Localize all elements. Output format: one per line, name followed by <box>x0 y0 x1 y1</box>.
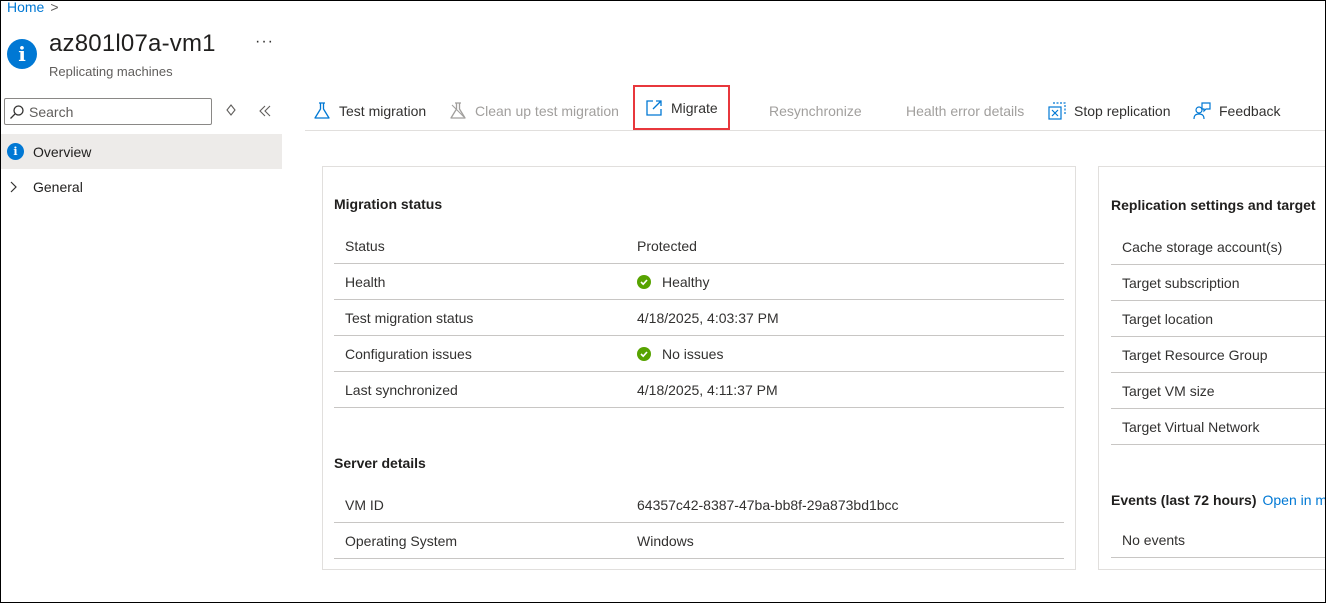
row-key: Status <box>345 237 385 254</box>
table-row: Last synchronized 4/18/2025, 4:11:37 PM <box>334 372 1064 408</box>
migration-card: Migration status Status Protected Health… <box>322 166 1076 570</box>
breadcrumb-home-link[interactable]: Home <box>7 1 44 15</box>
search-box[interactable] <box>4 98 212 125</box>
resynchronize-button[interactable]: Resynchronize <box>769 91 862 131</box>
open-events-link[interactable]: Open in m <box>1263 492 1326 508</box>
row-value: 64357c42-8387-47ba-bb8f-29a873bd1bcc <box>637 497 899 513</box>
resynchronize-label: Resynchronize <box>769 103 862 119</box>
row-value: 4/18/2025, 4:11:37 PM <box>637 382 778 398</box>
sidebar-item-label: General <box>33 178 83 195</box>
row-key: Target Resource Group <box>1122 346 1268 363</box>
check-circle-icon <box>637 274 651 289</box>
row-value: No issues <box>637 346 723 362</box>
cleanup-test-migration-button[interactable]: Clean up test migration <box>449 91 619 131</box>
command-bar: Test migration Clean up test migration M… <box>305 85 1325 131</box>
migration-status-title: Migration status <box>334 196 443 212</box>
migrate-label: Migrate <box>671 99 718 116</box>
row-key: VM ID <box>345 496 384 513</box>
health-error-details-button[interactable]: Health error details <box>906 91 1024 131</box>
replication-settings-title: Replication settings and target <box>1111 197 1316 213</box>
table-row: Health Healthy <box>334 264 1064 300</box>
sidebar-item-label: Overview <box>33 143 92 160</box>
sidebar-item-overview[interactable]: i Overview <box>1 134 282 169</box>
row-value: Protected <box>637 238 697 254</box>
row-key: Target location <box>1122 310 1214 327</box>
sidebar-item-general[interactable]: General <box>1 169 282 204</box>
check-circle-icon <box>637 346 651 361</box>
test-migration-label: Test migration <box>339 103 427 119</box>
table-row: Status Protected <box>334 228 1064 264</box>
migrate-button[interactable]: Migrate <box>633 85 730 130</box>
open-external-icon <box>646 99 662 116</box>
row-key: Last synchronized <box>345 381 458 398</box>
expand-collapse-icon[interactable] <box>224 103 238 117</box>
flask-icon <box>314 102 330 119</box>
test-migration-value: 4/18/2025, 4:03:37 PM <box>637 309 779 326</box>
feedback-label: Feedback <box>1219 103 1281 119</box>
stop-replication-icon <box>1048 102 1066 120</box>
table-row: Target Resource Group <box>1111 337 1325 373</box>
row-key: Target subscription <box>1122 274 1240 291</box>
table-row: Operating System Windows <box>334 523 1064 559</box>
table-row: Target subscription <box>1111 265 1325 301</box>
stop-replication-button[interactable]: Stop replication <box>1048 91 1171 131</box>
last-sync-value: 4/18/2025, 4:11:37 PM <box>637 381 778 398</box>
status-value: Protected <box>637 237 697 254</box>
page-title: az801l07a-vm1 <box>49 30 216 57</box>
test-migration-button[interactable]: Test migration <box>313 91 426 131</box>
row-value: Windows <box>637 533 694 549</box>
more-options-button[interactable]: ··· <box>255 33 274 51</box>
breadcrumb-separator-icon: > <box>50 0 59 15</box>
health-error-label: Health error details <box>906 103 1025 119</box>
stop-replication-label: Stop replication <box>1074 103 1171 119</box>
row-key: Cache storage account(s) <box>1122 238 1283 255</box>
events-title-text: Events (last 72 hours) <box>1111 492 1257 508</box>
row-value: 4/18/2025, 4:03:37 PM <box>637 310 779 326</box>
info-icon: i <box>7 39 37 69</box>
table-row: VM ID 64357c42-8387-47ba-bb8f-29a873bd1b… <box>334 487 1064 523</box>
row-key: Test migration status <box>345 309 474 326</box>
replication-card: Replication settings and target Cache st… <box>1098 166 1326 570</box>
row-key: Target VM size <box>1122 382 1215 399</box>
row-key: Target Virtual Network <box>1122 418 1260 435</box>
config-issues-value: No issues <box>662 345 724 362</box>
portal-frame: Home > i az801l07a-vm1 ··· Replicating m… <box>0 0 1326 603</box>
no-events-text: No events <box>1122 531 1186 548</box>
table-row: Configuration issues No issues <box>334 336 1064 372</box>
row-key: Health <box>345 273 386 290</box>
table-row: No events <box>1111 522 1325 558</box>
breadcrumb: Home > <box>7 0 59 15</box>
table-row: Test migration status 4/18/2025, 4:03:37… <box>334 300 1064 336</box>
search-icon <box>10 104 24 119</box>
vm-id-value: 64357c42-8387-47ba-bb8f-29a873bd1bcc <box>637 496 899 513</box>
table-row: Target VM size <box>1111 373 1325 409</box>
collapse-sidebar-icon[interactable] <box>257 103 273 119</box>
cleanup-label: Clean up test migration <box>475 103 619 119</box>
row-key: Configuration issues <box>345 345 472 362</box>
page-subtitle: Replicating machines <box>49 64 173 79</box>
server-details-title: Server details <box>334 455 426 471</box>
feedback-button[interactable]: Feedback <box>1193 91 1280 131</box>
chevron-right-icon <box>10 181 17 192</box>
flask-cleanup-icon <box>450 102 466 119</box>
feedback-icon <box>1193 102 1211 120</box>
os-value: Windows <box>637 532 694 549</box>
table-row: Target location <box>1111 301 1325 337</box>
row-key: Operating System <box>345 532 458 549</box>
table-row: Cache storage account(s) <box>1111 229 1325 265</box>
events-title: Events (last 72 hours) Open in m <box>1111 492 1326 508</box>
info-icon: i <box>7 143 24 160</box>
health-value: Healthy <box>662 273 710 290</box>
row-value: Healthy <box>637 274 709 290</box>
table-row: Target Virtual Network <box>1111 409 1325 445</box>
search-input[interactable] <box>29 103 209 120</box>
